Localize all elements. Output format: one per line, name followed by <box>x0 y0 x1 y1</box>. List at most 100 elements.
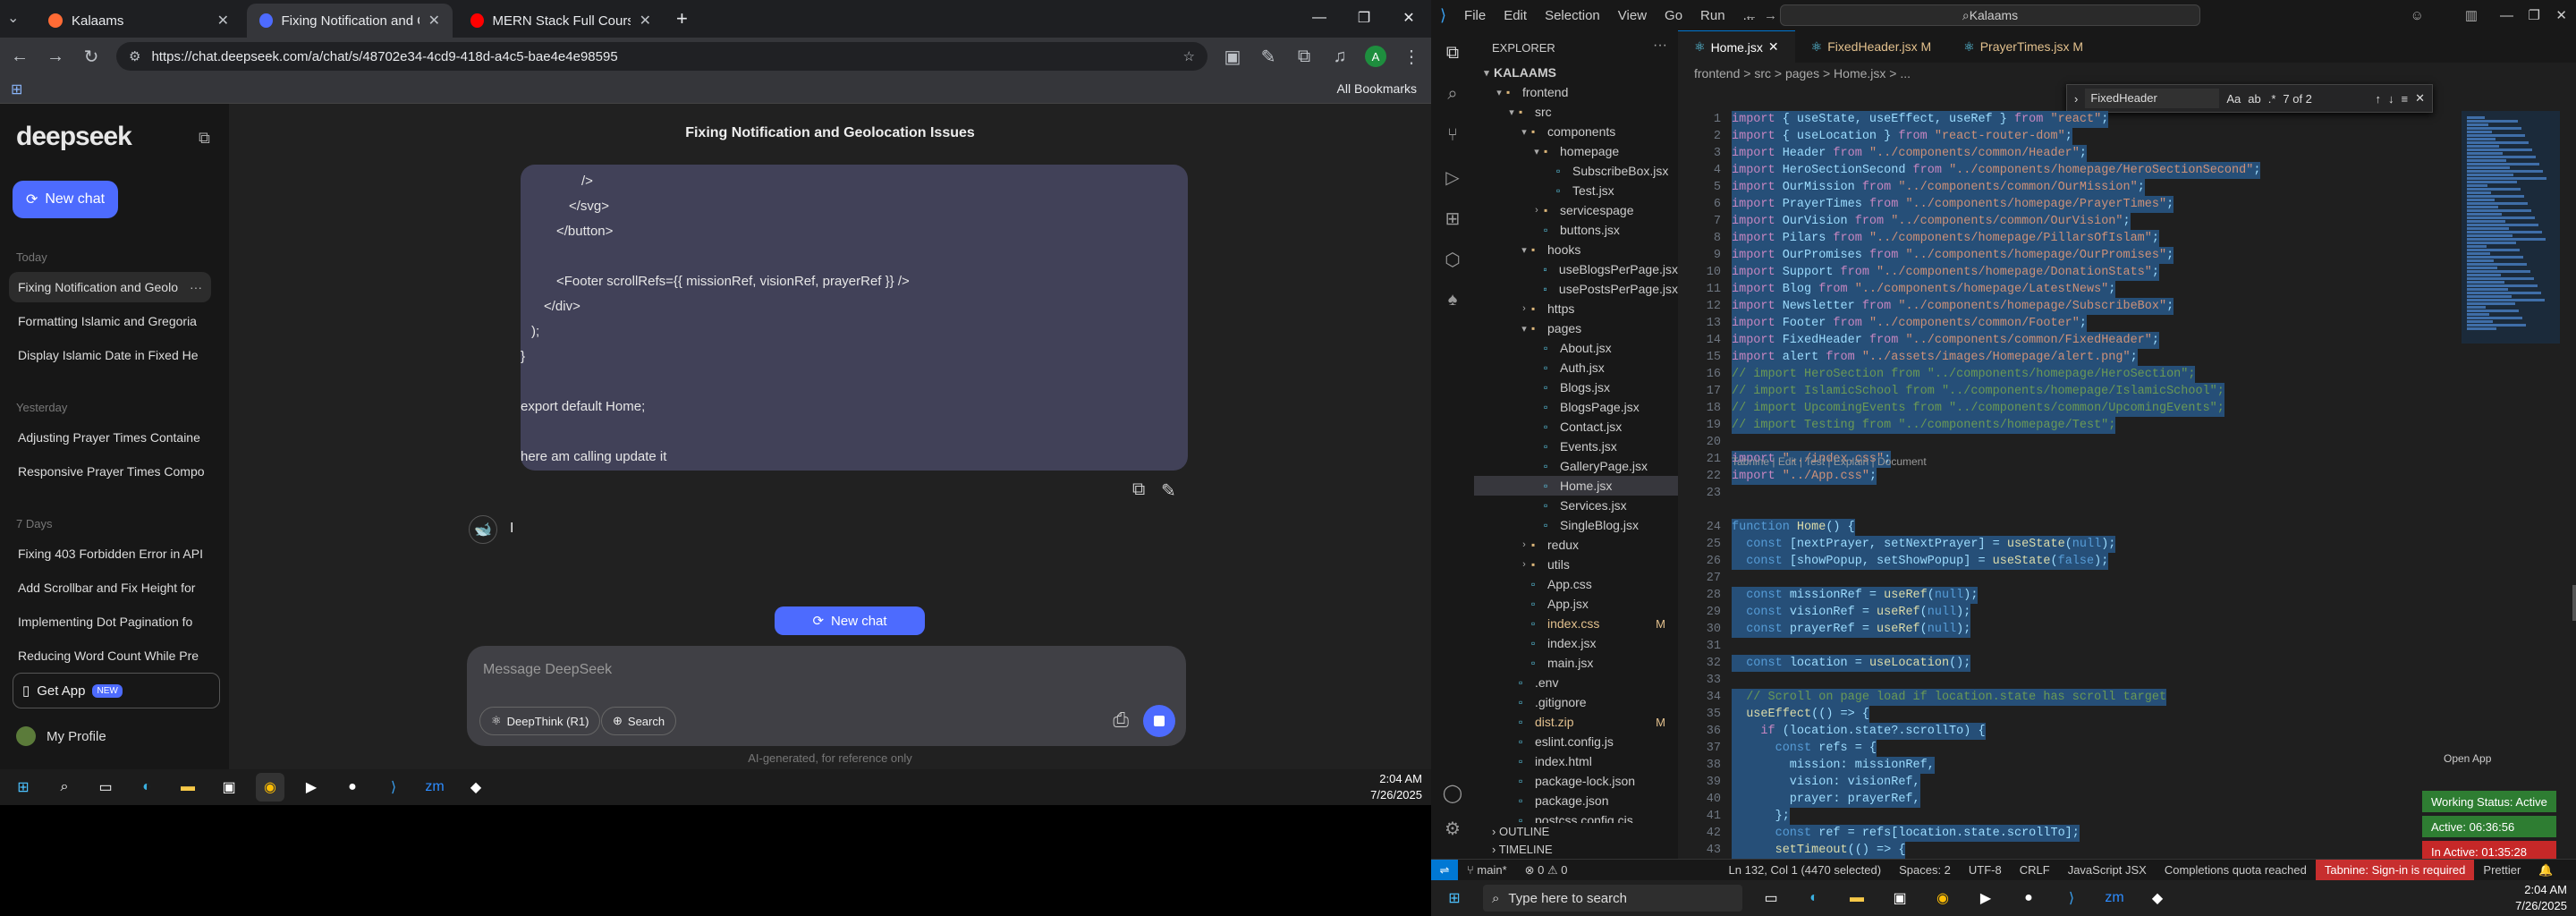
app-icon[interactable]: ◆ <box>2143 884 2172 912</box>
code-line[interactable]: import OurMission from "../components/co… <box>1732 179 2145 196</box>
tree-file[interactable]: ▫ Auth.jsx <box>1474 358 1678 377</box>
close-tab-icon[interactable]: ✕ <box>217 12 229 30</box>
code-line[interactable]: import Support from "../components/homep… <box>1732 264 2160 281</box>
tree-file[interactable]: ▫ dist.zip M <box>1474 712 1678 732</box>
search-icon[interactable]: ⌕ <box>50 773 79 802</box>
tree-file[interactable]: ▫ usePostsPerPage.jsx <box>1474 279 1679 299</box>
code-line[interactable]: import FixedHeader from "../components/c… <box>1732 332 2160 349</box>
tree-file[interactable]: ▫ Blogs.jsx <box>1474 377 1678 397</box>
code-line[interactable]: import Header from "../components/common… <box>1732 145 2087 162</box>
menu-go[interactable]: Go <box>1656 8 1691 23</box>
media-icon[interactable]: ♫ <box>1329 47 1351 67</box>
forward-icon[interactable]: → <box>45 47 66 67</box>
message-composer[interactable]: Message DeepSeek ⚛ DeepThink (R1) ⊕ Search… <box>467 646 1186 746</box>
tree-file[interactable]: ▫ buttons.jsx <box>1474 220 1678 240</box>
code-line[interactable]: if (location.state?.scrollTo) { <box>1732 723 1986 740</box>
remote-icon[interactable]: ⇌ <box>1431 859 1458 881</box>
tree-file[interactable]: ▫ package.json <box>1474 791 1678 810</box>
tree-file[interactable]: ▫ Home.jsx <box>1474 476 1678 496</box>
bookmark-star-icon[interactable]: ☆ <box>1183 48 1195 64</box>
chevron-right-icon[interactable]: › <box>2074 92 2078 106</box>
search-toggle[interactable]: ⊕ Search <box>601 707 677 735</box>
tree-file[interactable]: ▫ About.jsx <box>1474 338 1678 358</box>
mongodb-icon[interactable]: ♠ <box>1442 290 1463 311</box>
zoom-icon[interactable]: zm <box>2100 884 2129 912</box>
attach-icon[interactable]: ⎙ <box>1113 708 1129 732</box>
nav-back-icon[interactable]: ← <box>1744 8 1758 23</box>
code-line[interactable]: prayer: prayerRef, <box>1732 791 1920 808</box>
tree-folder[interactable]: ▾ ▪ src <box>1474 102 1678 122</box>
clock[interactable]: 2:04 AM 7/26/2025 <box>2515 882 2567 914</box>
code-editor[interactable]: 1 import { useState, useEffect, useRef } … <box>1678 111 2447 859</box>
more-options-icon[interactable]: ··· <box>190 280 202 294</box>
tree-file[interactable]: ▫ index.html <box>1474 751 1678 771</box>
extension-icon[interactable]: ▣ <box>1222 46 1243 68</box>
tree-file[interactable]: ▫ package-lock.json <box>1474 771 1678 791</box>
tree-folder[interactable]: › ▪ servicespage <box>1474 200 1678 220</box>
code-line[interactable]: const [showPopup, setShowPopup] = useSta… <box>1732 553 2109 570</box>
tree-file[interactable]: ▫ .gitignore <box>1474 692 1678 712</box>
codelens[interactable]: Tabnine | Edit | Test | Explain | Docume… <box>1732 455 1927 468</box>
menu-run[interactable]: Run <box>1691 8 1734 23</box>
tree-folder[interactable]: › ▪ utils <box>1474 555 1678 574</box>
code-line[interactable]: import Blog from "../components/homepage… <box>1732 281 2116 298</box>
code-line[interactable]: }; <box>1732 808 1790 825</box>
problems-status[interactable]: ⊗ 0 ⚠ 0 <box>1516 863 1577 878</box>
tabnine-status[interactable]: Tabnine: Sign-in is required <box>2315 859 2475 881</box>
message-input[interactable]: Message DeepSeek <box>483 662 612 678</box>
next-match-icon[interactable]: ↓ <box>2388 92 2394 106</box>
code-line[interactable]: vision: visionRef, <box>1732 774 1920 791</box>
copilot-icon[interactable]: ☺ <box>2411 8 2424 23</box>
close-tab-icon[interactable]: ✕ <box>640 12 651 30</box>
eol-status[interactable]: CRLF <box>2011 863 2059 877</box>
code-line[interactable]: import OurVision from "../components/com… <box>1732 213 2131 230</box>
code-line[interactable]: import OurPromises from "../components/h… <box>1732 247 2174 264</box>
previous-match-icon[interactable]: ↑ <box>2376 92 2382 106</box>
task-view-icon[interactable]: ▭ <box>91 773 120 802</box>
tree-file[interactable]: ▫ Events.jsx <box>1474 437 1678 456</box>
windows-start-icon[interactable]: ⊞ <box>9 773 38 802</box>
accounts-icon[interactable]: ◯ <box>1442 782 1463 803</box>
code-line[interactable]: useEffect(() => { <box>1732 706 1869 723</box>
more-options-icon[interactable]: ··· <box>1653 38 1667 54</box>
terminal-icon[interactable]: ▶ <box>1971 884 2000 912</box>
copy-icon[interactable]: ⧉ <box>1132 479 1145 500</box>
tree-folder[interactable]: ▾ ▪ frontend <box>1474 82 1678 102</box>
prettier-status[interactable]: Prettier <box>2474 863 2529 877</box>
search-icon[interactable]: ⌕ <box>1442 84 1463 106</box>
new-chat-button[interactable]: ⟳ New chat <box>13 181 118 218</box>
tree-folder[interactable]: ▾ ▪ pages <box>1474 318 1678 338</box>
store-icon[interactable]: ▣ <box>1885 884 1914 912</box>
code-line[interactable]: // import Testing from "../components/ho… <box>1732 417 2116 434</box>
close-icon[interactable]: ✕ <box>2555 7 2567 23</box>
code-line[interactable]: import { useLocation } from "react-route… <box>1732 128 2072 145</box>
menu-view[interactable]: View <box>1609 8 1656 23</box>
chrome-icon[interactable]: ◉ <box>1928 884 1957 912</box>
tree-folder[interactable]: › ▪ https <box>1474 299 1678 318</box>
tree-folder[interactable]: ▾ ▪ hooks <box>1474 240 1678 259</box>
edge-icon[interactable]: ◐ <box>132 773 161 802</box>
tab-kalaams[interactable]: Kalaams ✕ <box>36 4 242 38</box>
tab-fixedheader-jsx[interactable]: ⚛ FixedHeader.jsx M <box>1795 30 1948 63</box>
github-icon[interactable]: ● <box>2014 884 2043 912</box>
settings-gear-icon[interactable]: ⚙ <box>1442 818 1463 839</box>
tree-folder[interactable]: ▾ ▪ homepage <box>1474 141 1678 161</box>
open-app-button[interactable]: Open App <box>2426 748 2560 769</box>
app-icon[interactable]: ◆ <box>462 773 490 802</box>
tab-youtube[interactable]: MERN Stack Full Course - ECom ✕ <box>458 4 664 38</box>
maximize-icon[interactable]: ❐ <box>2529 7 2540 23</box>
menu-file[interactable]: File <box>1455 8 1495 23</box>
project-root[interactable]: ▾ KALAAMS <box>1474 63 1678 82</box>
code-line[interactable]: const missionRef = useRef(null); <box>1732 587 1979 604</box>
close-tab-icon[interactable]: ✕ <box>428 12 440 30</box>
chat-history-item[interactable]: Fixing 403 Forbidden Error in API <box>9 539 211 569</box>
pen-icon[interactable]: ✎ <box>1258 46 1279 68</box>
apps-icon[interactable]: ⊞ <box>11 81 22 98</box>
chat-history-item[interactable]: Responsive Prayer Times Compo <box>9 456 211 487</box>
maximize-icon[interactable]: ❐ <box>1342 0 1386 36</box>
layout-icon[interactable]: ▥ <box>2465 7 2478 23</box>
get-app-button[interactable]: ▯ Get App NEW <box>13 673 220 708</box>
tab-prayertimes-jsx[interactable]: ⚛ PrayerTimes.jsx M <box>1947 30 2099 63</box>
chat-history-item[interactable]: Reducing Word Count While Pre <box>9 640 211 671</box>
taskbar-search[interactable]: ⌕ Type here to search <box>1483 885 1742 912</box>
